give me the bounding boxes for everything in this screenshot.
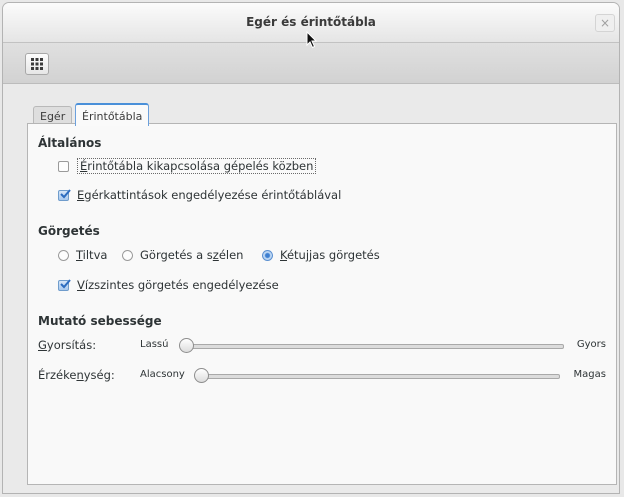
show-all-settings-button[interactable] <box>25 53 49 75</box>
window: Egér és érintőtábla × Egér Érintőtábla Á… <box>2 2 620 494</box>
tab-label: Egér <box>40 110 66 123</box>
close-button[interactable]: × <box>595 14 615 32</box>
horizontal-scroll-option[interactable]: Vízszintes görgetés engedélyezése <box>58 278 279 292</box>
horizontal-scroll-label: Vízszintes görgetés engedélyezése <box>77 278 279 292</box>
sensitivity-label: Érzékenység: <box>38 368 115 382</box>
section-scrolling-heading: Görgetés <box>38 224 100 238</box>
two-finger-scroll-label: Kétujjas görgetés <box>280 248 380 262</box>
disable-while-typing-checkbox[interactable] <box>58 160 69 172</box>
disable-while-typing-label: Érintőtábla kikapcsolása gépelés közben <box>77 158 317 174</box>
acceleration-slider[interactable] <box>180 344 564 349</box>
sensitivity-min-label: Alacsony <box>140 369 185 380</box>
scroll-disabled-radio[interactable] <box>58 249 69 261</box>
sensitivity-max-label: Magas <box>573 369 606 380</box>
window-title: Egér és érintőtábla <box>246 15 376 29</box>
tap-to-click-checkbox[interactable] <box>58 188 71 201</box>
tap-to-click-option[interactable]: Egérkattintások engedélyezése érintőtábl… <box>58 188 341 202</box>
mouse-pointer-icon <box>306 31 318 49</box>
two-finger-scroll-option[interactable]: Kétujjas görgetés <box>262 248 380 262</box>
edge-scroll-option[interactable]: Görgetés a szélen <box>122 248 243 262</box>
checkmark-icon <box>60 188 71 198</box>
section-pointer-speed-heading: Mutató sebessége <box>38 314 162 328</box>
acceleration-min-label: Lassú <box>140 339 169 350</box>
disable-while-typing-option[interactable]: Érintőtábla kikapcsolása gépelés közben <box>58 158 317 174</box>
checkmark-icon <box>60 278 71 288</box>
close-icon: × <box>599 16 611 30</box>
toolbar <box>3 43 619 84</box>
edge-scroll-radio[interactable] <box>122 249 133 261</box>
section-general-heading: Általános <box>38 136 102 150</box>
tap-to-click-label: Egérkattintások engedélyezése érintőtábl… <box>77 188 342 202</box>
sensitivity-slider-handle[interactable] <box>194 368 209 383</box>
two-finger-scroll-radio[interactable] <box>262 249 273 261</box>
touchpad-panel: Általános Érintőtábla kikapcsolása gépel… <box>27 123 617 485</box>
sensitivity-slider[interactable] <box>196 374 560 379</box>
acceleration-max-label: Gyors <box>576 339 606 350</box>
acceleration-slider-handle[interactable] <box>179 338 194 353</box>
edge-scroll-label: Görgetés a szélen <box>140 248 244 262</box>
acceleration-label: Gyorsítás: <box>38 338 97 352</box>
scroll-disabled-label: Tiltva <box>76 248 108 262</box>
tab-label: Érintőtábla <box>82 110 143 123</box>
horizontal-scroll-checkbox[interactable] <box>58 278 71 291</box>
scroll-disabled-option[interactable]: Tiltva <box>58 248 107 262</box>
tab-touchpad[interactable]: Érintőtábla <box>75 103 150 126</box>
grid-icon <box>31 58 43 70</box>
